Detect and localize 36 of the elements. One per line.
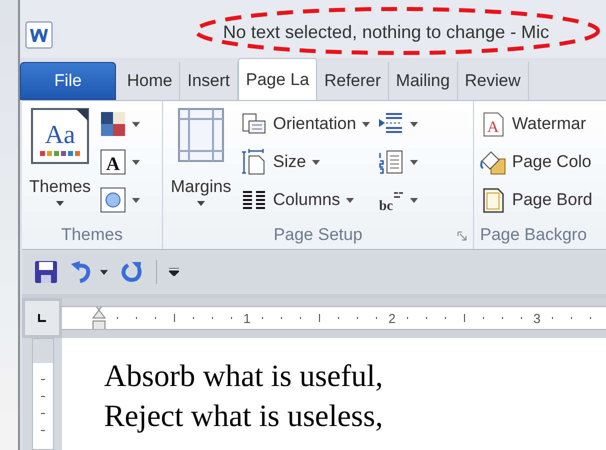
save-icon[interactable] bbox=[34, 260, 58, 284]
hyphenation-button[interactable]: bc bbox=[376, 181, 420, 219]
group-label: Page Setup bbox=[274, 225, 362, 245]
themes-button[interactable]: Aa Themes bbox=[26, 105, 94, 206]
window-title: No text selected, nothing to change - Mic bbox=[223, 22, 550, 42]
page-color-button[interactable]: Page Colo bbox=[478, 143, 594, 181]
numbered-list-icon bbox=[378, 149, 404, 175]
columns-button[interactable]: Columns bbox=[239, 181, 372, 219]
word-icon[interactable] bbox=[25, 21, 53, 49]
horizontal-ruler[interactable]: 1 2 3 bbox=[62, 306, 606, 330]
font-icon: A bbox=[100, 149, 126, 175]
theme-fonts-button[interactable]: A bbox=[98, 143, 142, 181]
orientation-button[interactable]: Orientation bbox=[239, 105, 372, 143]
page-borders-button[interactable]: Page Bord bbox=[478, 181, 594, 219]
ruler-number: 2 bbox=[387, 310, 397, 326]
paint-bucket-icon bbox=[480, 149, 506, 175]
document-text: Absorb what is useful, bbox=[104, 357, 384, 395]
redo-icon[interactable] bbox=[120, 260, 144, 284]
caret-icon[interactable] bbox=[100, 270, 108, 274]
size-button[interactable]: Size bbox=[239, 143, 372, 181]
ribbon-tab[interactable]: Page La bbox=[238, 58, 318, 100]
ruler-number: 3 bbox=[532, 310, 542, 326]
group-label: Themes bbox=[61, 225, 123, 245]
margins-button[interactable]: Margins bbox=[167, 105, 235, 206]
dialog-launcher-icon[interactable] bbox=[457, 231, 467, 241]
left-tab-icon bbox=[37, 313, 47, 323]
customize-icon[interactable] bbox=[169, 268, 179, 276]
document-page[interactable]: Absorb what is useful, Reject what is useless, bbox=[62, 338, 606, 450]
ruler-number: 1 bbox=[242, 310, 252, 326]
document-text: Reject what is useless, bbox=[104, 397, 384, 435]
page-size-icon bbox=[241, 149, 267, 175]
color-palette-icon bbox=[100, 111, 126, 137]
watermark-button[interactable]: A Watermar bbox=[478, 105, 594, 143]
ribbon-tab[interactable]: File bbox=[20, 62, 116, 100]
themes-icon: Aa bbox=[28, 107, 92, 165]
group-label: Page Backgro bbox=[480, 225, 587, 245]
